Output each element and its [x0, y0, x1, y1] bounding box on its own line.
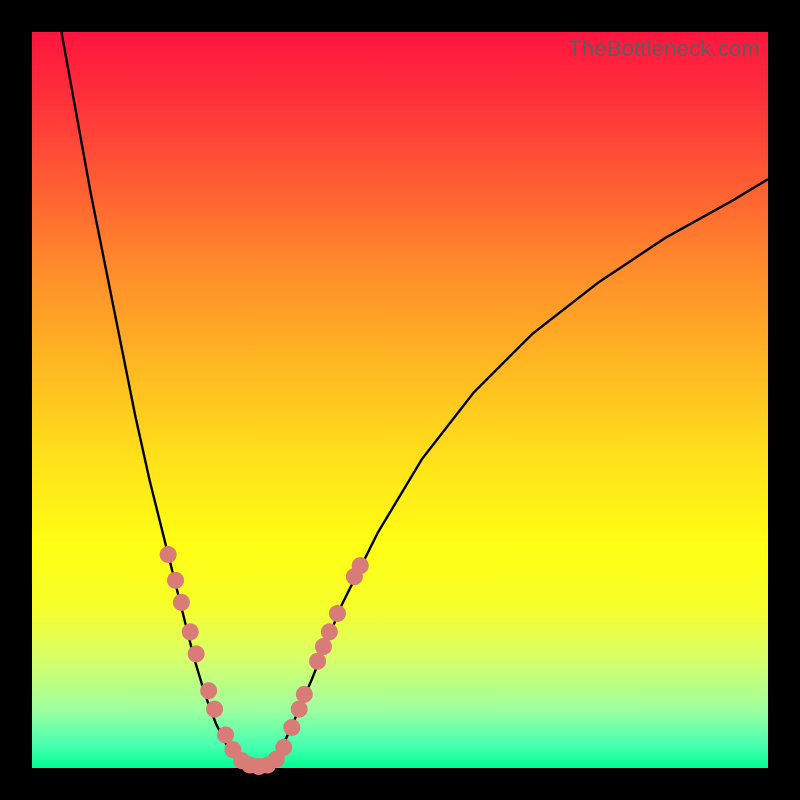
marker-point	[188, 645, 205, 662]
marker-point	[167, 572, 184, 589]
marker-point	[352, 557, 369, 574]
marker-point	[206, 701, 223, 718]
marker-point	[315, 638, 332, 655]
marker-group	[160, 546, 369, 775]
marker-point	[275, 739, 292, 756]
curve-right-branch	[275, 179, 768, 760]
marker-point	[200, 682, 217, 699]
curve-left-branch	[61, 32, 238, 761]
marker-point	[182, 623, 199, 640]
marker-point	[217, 726, 234, 743]
watermark-text: TheBottleneck.com	[568, 36, 760, 62]
marker-point	[296, 686, 313, 703]
marker-point	[291, 701, 308, 718]
marker-point	[173, 594, 190, 611]
marker-point	[329, 605, 346, 622]
marker-point	[309, 653, 326, 670]
chart-overlay	[32, 32, 768, 768]
marker-point	[321, 623, 338, 640]
marker-point	[160, 546, 177, 563]
chart-frame: TheBottleneck.com	[0, 0, 800, 800]
chart-plot-area: TheBottleneck.com	[32, 32, 768, 768]
marker-point	[283, 719, 300, 736]
